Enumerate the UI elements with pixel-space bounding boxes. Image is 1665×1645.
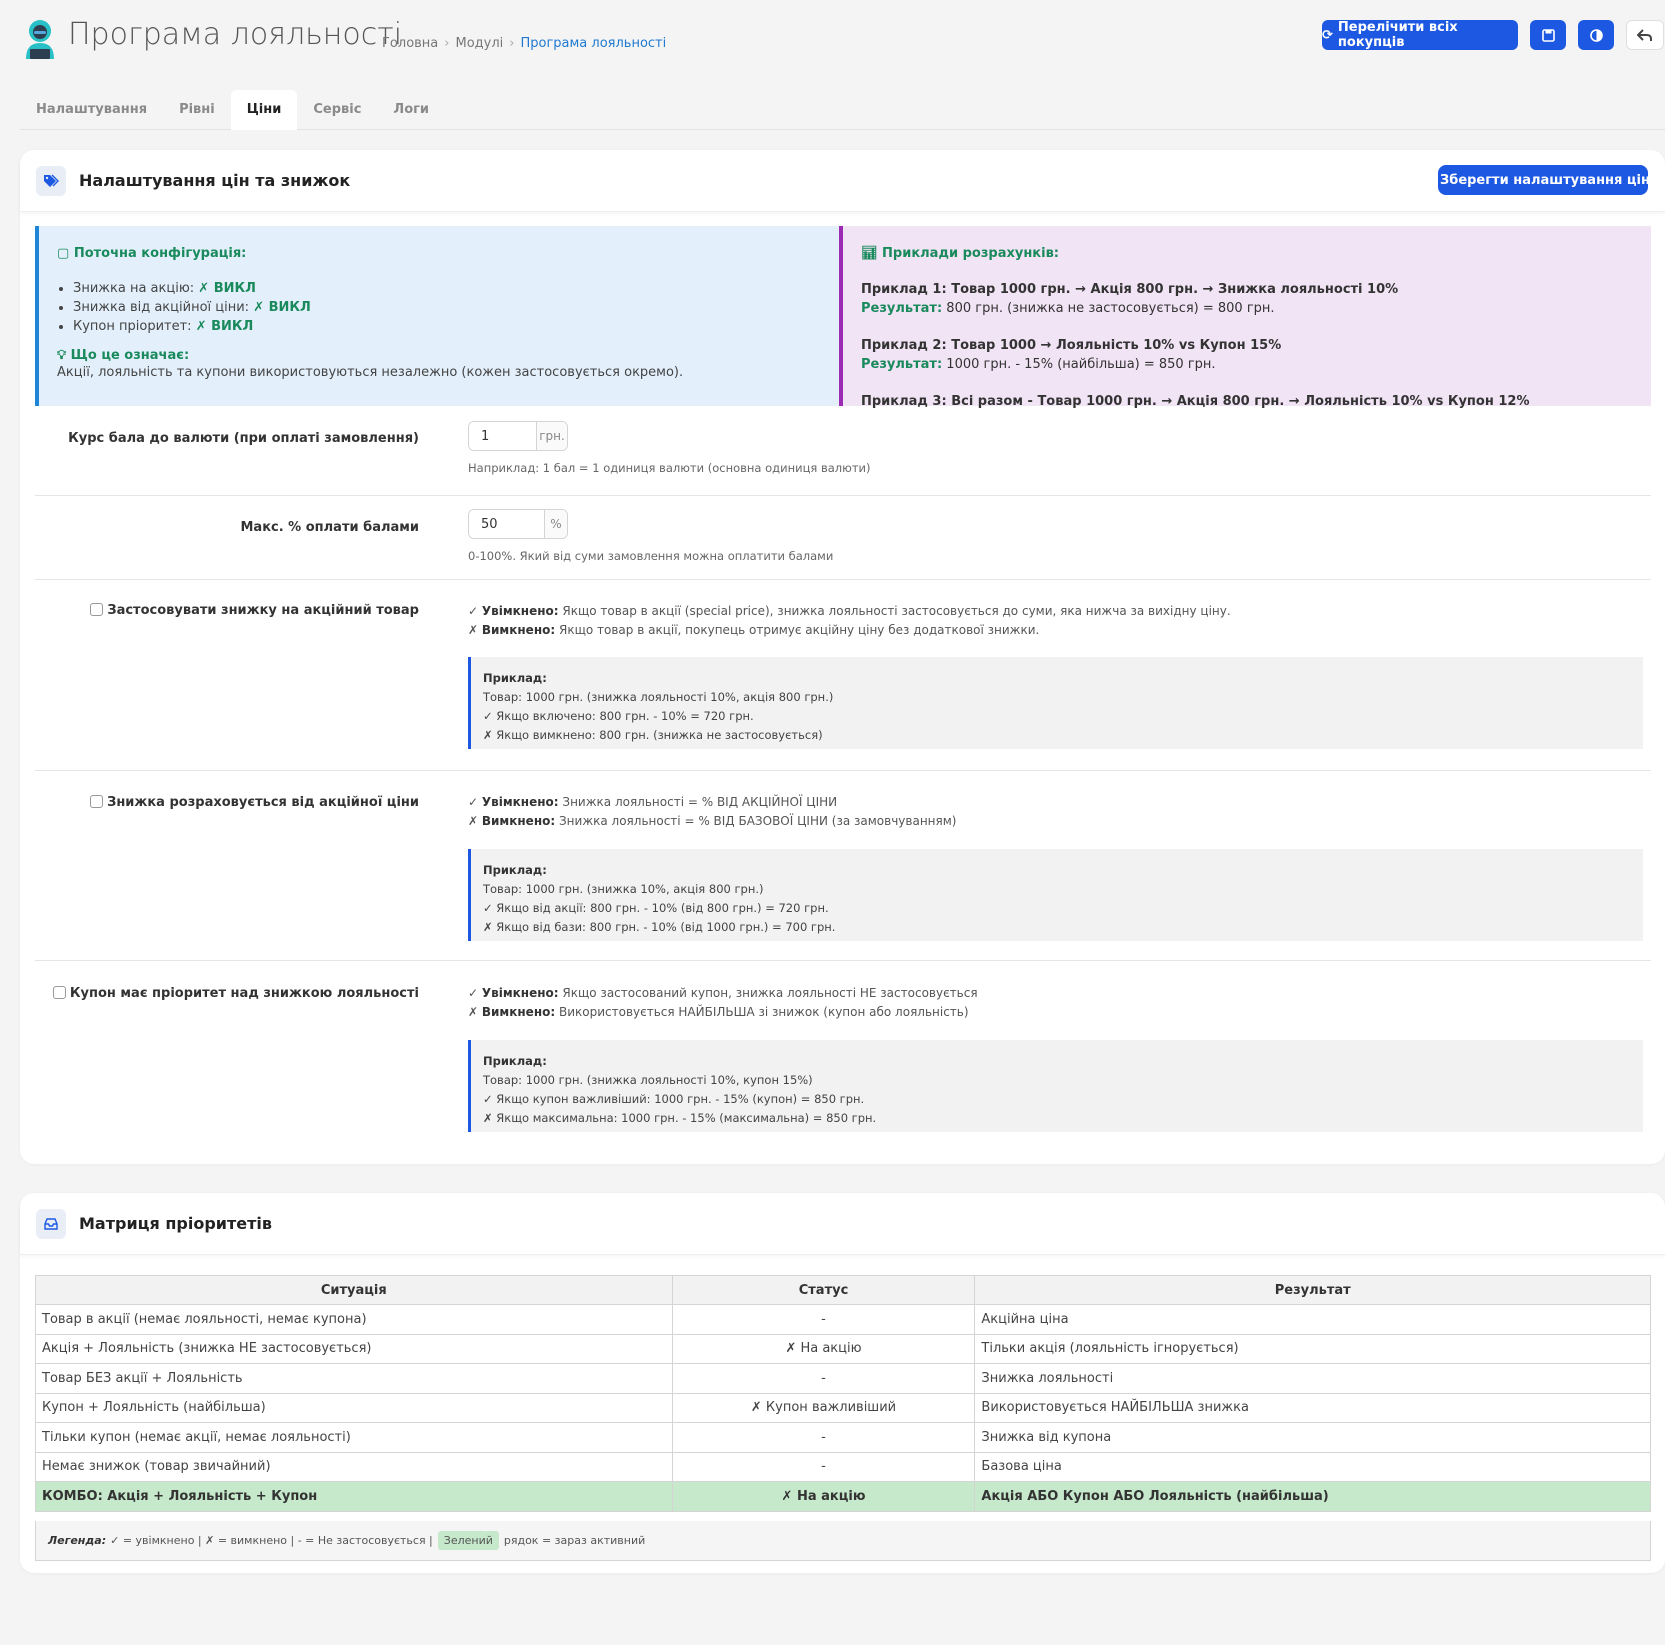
table-row: Товар БЕЗ акції + Лояльність - Знижка лоял… (35, 1363, 1651, 1394)
priority-matrix-table: Ситуація Статус Результат Товар в акції … (35, 1275, 1651, 1512)
table-row: Тільки купон (немає акції, немає лояльно… (35, 1422, 1651, 1453)
tab-logs[interactable]: Логи (377, 90, 445, 130)
table-row: Акція + Лояльність (знижка НЕ застосовує… (35, 1333, 1651, 1364)
table-header-row: Ситуація Статус Результат (35, 1275, 1651, 1305)
tab-levels[interactable]: Рівні (163, 90, 231, 130)
contrast-icon (1589, 28, 1603, 42)
config-item: Знижка на акцію: ✗ ВИКЛ (73, 279, 830, 298)
rate-input-group: грн. (468, 421, 568, 451)
tab-service[interactable]: Сервіс (297, 90, 377, 130)
tab-prices[interactable]: Ціни (230, 90, 298, 130)
rate-label: Курс бала до валюти (при оплаті замовлен… (68, 431, 419, 446)
hacker-avatar-icon (26, 20, 54, 59)
square-icon: ▢ (57, 246, 70, 261)
save-button[interactable] (1530, 20, 1566, 50)
current-config-panel: ▢ Поточна конфігурація: Знижка на акцію:… (35, 226, 848, 406)
special-discount-checkbox[interactable] (90, 603, 104, 616)
from-special-row: Знижка розраховується від акційної ціни … (35, 771, 1651, 961)
theme-toggle-button[interactable] (1578, 20, 1614, 50)
coupon-priority-row: Купон має пріоритет над знижкою лояльнос… (35, 961, 1651, 1153)
meaning-text: Акції, лояльність та купони використовую… (57, 365, 684, 380)
special-discount-desc: ✓ Увімкнено: Якщо товар в акції (special… (468, 604, 1231, 637)
max-points-row: Макс. % оплати балами % 0-100%. Який від… (35, 496, 1651, 580)
reply-icon (1637, 29, 1652, 41)
prices-settings-card: Налаштування цін та знижок Зберегти нала… (20, 150, 1665, 1164)
calc-examples-panel: 📊︎ Приклади розрахунків: Приклад 1: Това… (839, 226, 1651, 409)
column-header: Статус (671, 1275, 976, 1305)
max-points-label: Макс. % оплати балами (240, 520, 419, 535)
special-discount-label[interactable]: Застосовувати знижку на акційний товар (90, 603, 419, 618)
breadcrumb-modules[interactable]: Модулі (455, 36, 503, 51)
config-title: ▢ Поточна конфігурація: (57, 246, 247, 261)
example-2: Приклад 2: Товар 1000 → Лояльність 10% v… (861, 338, 1282, 372)
config-list: Знижка на акцію: ✗ ВИКЛ Знижка від акцій… (73, 279, 830, 336)
card-title: Налаштування цін та знижок (79, 171, 351, 190)
example-1: Приклад 1: Товар 1000 грн. → Акція 800 г… (861, 282, 1399, 316)
coupon-priority-desc: ✓ Увімкнено: Якщо застосований купон, зн… (468, 986, 978, 1019)
rate-unit: грн. (536, 422, 567, 450)
tab-settings[interactable]: Налаштування (20, 90, 163, 130)
max-points-input[interactable] (469, 510, 544, 538)
config-item: Купон пріоритет: ✗ ВИКЛ (73, 317, 830, 336)
tabs-bar: Налаштування Рівні Ціни Сервіс Логи (20, 90, 1665, 130)
special-discount-example: Приклад: Товар: 1000 грн. (знижка лояльн… (468, 657, 1643, 749)
legend-green-swatch: Зелений (437, 1531, 499, 1550)
coupon-priority-checkbox[interactable] (52, 986, 66, 999)
save-price-settings-button[interactable]: Зберегти налаштування цін (1438, 165, 1650, 195)
breadcrumb: Головна › Модулі › Програма лояльності (382, 36, 667, 51)
column-header: Результат (974, 1275, 1651, 1305)
recalc-customers-button[interactable]: ⟳ Перелічити всіх покупців (1322, 20, 1518, 50)
special-discount-row: Застосовувати знижку на акційний товар ✓… (35, 580, 1651, 771)
from-special-desc: ✓ Увімкнено: Знижка лояльності = % ВІД А… (468, 795, 957, 828)
rate-row: Курс бала до валюти (при оплаті замовлен… (35, 406, 1651, 496)
page-header: Програма лояльності Головна › Модулі › Прогр… (0, 0, 1665, 80)
from-special-checkbox[interactable] (90, 795, 104, 808)
back-button[interactable] (1626, 20, 1664, 50)
inbox-icon (36, 1209, 66, 1239)
table-row: Купон + Лояльність (найбільша) ✗ Купон ва… (35, 1392, 1651, 1423)
rate-help: Наприклад: 1 бал = 1 одиниця валюти (осн… (468, 461, 871, 475)
max-points-help: 0-100%. Який від суми замовлення можна о… (468, 549, 834, 563)
floppy-icon (1541, 28, 1555, 42)
percent-unit: % (544, 510, 567, 538)
tags-icon (36, 166, 66, 196)
table-row: Немає знижок (товар звичайний) - Базова ці… (35, 1451, 1651, 1482)
max-points-input-group: % (468, 509, 568, 539)
lightbulb-icon: 💡︎ (57, 348, 67, 363)
from-special-label[interactable]: Знижка розраховується від акційної ціни (90, 795, 419, 810)
page-title: Програма лояльності (68, 17, 403, 52)
config-item: Знижка від акційної ціни: ✗ ВИКЛ (73, 298, 830, 317)
card-title: Матриця пріоритетів (79, 1214, 273, 1233)
card-header: Налаштування цін та знижок Зберегти нала… (20, 150, 1665, 212)
table-row: Товар в акції (немає лояльності, немає к… (35, 1304, 1651, 1335)
refresh-icon: ⟳ (1322, 27, 1333, 43)
breadcrumb-home[interactable]: Головна (382, 36, 438, 51)
rate-input[interactable] (469, 422, 536, 450)
breadcrumb-current[interactable]: Програма лояльності (520, 36, 666, 51)
bar-chart-icon: 📊︎ (861, 246, 878, 261)
coupon-priority-label[interactable]: Купон має пріоритет над знижкою лояльнос… (52, 986, 419, 1001)
examples-title: 📊︎ Приклади розрахунків: (861, 246, 1060, 261)
matrix-legend: Легенда: ✓ = увімкнено | ✗ = вимкнено | … (35, 1521, 1651, 1561)
meaning-title: 💡︎ Що це означає: (57, 348, 190, 363)
column-header: Ситуація (35, 1275, 673, 1305)
table-row-active: КОМБО: Акція + Лояльність + Купон ✗ На ак… (35, 1481, 1651, 1512)
card-header: Матриця пріоритетів (20, 1193, 1665, 1255)
from-special-example: Приклад: Товар: 1000 грн. (знижка 10%, а… (468, 849, 1643, 941)
coupon-priority-example: Приклад: Товар: 1000 грн. (знижка лояльн… (468, 1040, 1643, 1132)
priority-matrix-card: Матриця пріоритетів Ситуація Статус Резу… (20, 1193, 1665, 1573)
